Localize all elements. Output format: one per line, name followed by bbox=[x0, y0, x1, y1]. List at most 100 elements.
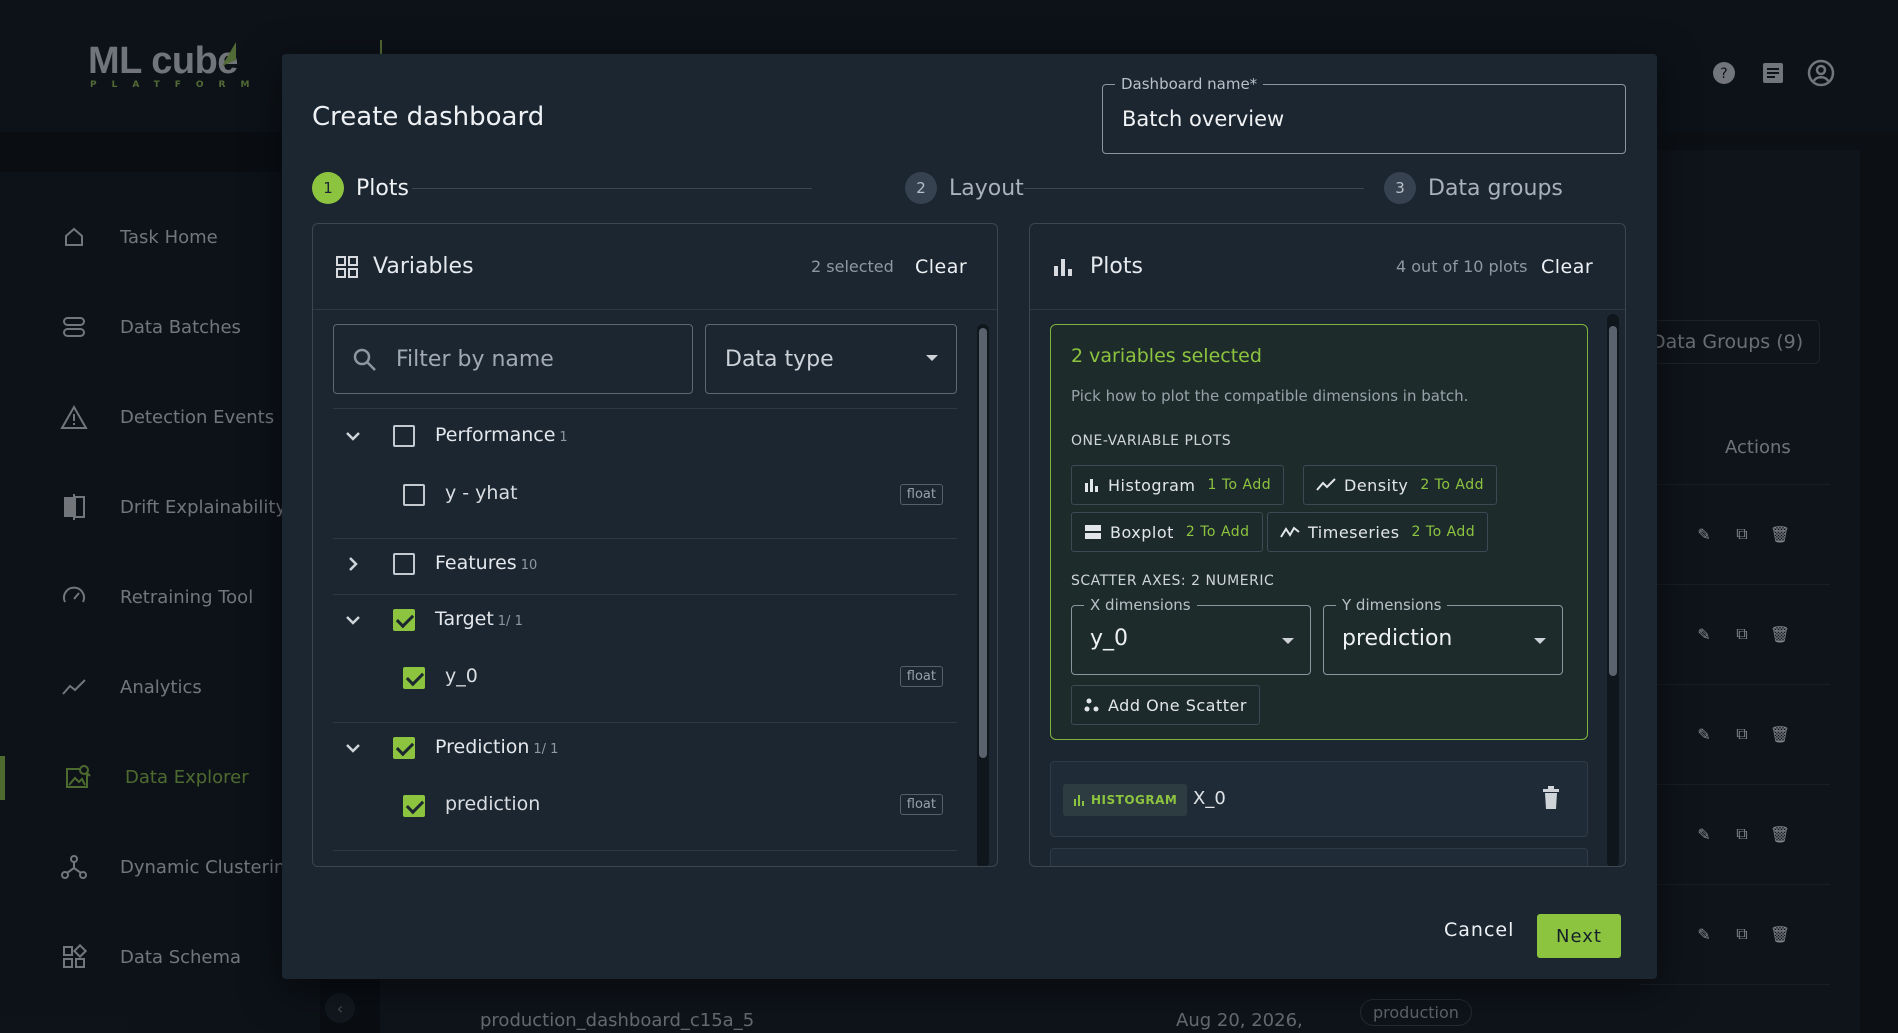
y-dimensions-select[interactable]: Y dimensions prediction bbox=[1323, 596, 1563, 675]
chevron-down-icon[interactable] bbox=[341, 736, 365, 760]
group-label: Performance 1 bbox=[435, 424, 568, 446]
cancel-button[interactable]: Cancel bbox=[1444, 919, 1514, 941]
variables-clear-button[interactable]: Clear bbox=[915, 256, 967, 278]
plots-clear-button[interactable]: Clear bbox=[1541, 256, 1593, 278]
scatter-axes-caption: SCATTER AXES: 2 NUMERIC bbox=[1071, 573, 1275, 589]
line-chart-icon bbox=[1316, 478, 1336, 491]
dashboard-name-value[interactable]: Batch overview bbox=[1122, 107, 1284, 131]
plots-scrollbar[interactable] bbox=[1607, 314, 1619, 866]
chip-add-count: 2 To Add bbox=[1420, 477, 1484, 493]
chip-label: Boxplot bbox=[1110, 522, 1174, 542]
group-name: Prediction bbox=[435, 736, 530, 758]
selection-summary: 2 variables selected Pick how to plot th… bbox=[1050, 324, 1588, 740]
plots-panel: Plots 4 out of 10 plots Clear 2 variable… bbox=[1029, 223, 1626, 867]
plot-variable-name: X_0 bbox=[1193, 788, 1226, 809]
search-icon bbox=[353, 348, 376, 371]
variable-checkbox[interactable] bbox=[403, 795, 425, 817]
divider bbox=[333, 850, 957, 851]
add-boxplot-button[interactable]: Boxplot 2 To Add bbox=[1071, 512, 1263, 552]
variable-checkbox[interactable] bbox=[403, 667, 425, 689]
add-histogram-button[interactable]: Histogram 1 To Add bbox=[1071, 465, 1285, 505]
chip-add-count: 2 To Add bbox=[1411, 524, 1476, 540]
group-name: Features bbox=[435, 552, 517, 574]
plot-type-badge: HISTOGRAM bbox=[1063, 784, 1188, 816]
step-label: Data groups bbox=[1428, 175, 1563, 201]
step-label: Layout bbox=[949, 175, 1024, 201]
dialog-title: Create dashboard bbox=[312, 102, 545, 132]
variables-selected-count: 2 selected bbox=[811, 257, 894, 276]
group-label: Target 1/ 1 bbox=[435, 608, 523, 630]
variable-checkbox[interactable] bbox=[403, 484, 425, 506]
step-connector bbox=[412, 188, 812, 189]
y-dimensions-label: Y dimensions bbox=[1336, 596, 1448, 614]
step-number: 3 bbox=[1384, 172, 1416, 204]
plots-count: 4 out of 10 plots bbox=[1396, 257, 1528, 276]
dashboard-name-label: Dashboard name* bbox=[1115, 75, 1264, 93]
create-dashboard-dialog: Create dashboard Dashboard name* Batch o… bbox=[282, 54, 1657, 979]
step-label: Plots bbox=[356, 175, 409, 201]
selection-heading: 2 variables selected bbox=[1071, 345, 1262, 367]
dashboard-name-field[interactable]: Dashboard name* Batch overview bbox=[1102, 75, 1626, 154]
x-dimensions-select[interactable]: X dimensions y_0 bbox=[1071, 596, 1311, 675]
group-label: Prediction 1/ 1 bbox=[435, 736, 558, 758]
plot-list-item bbox=[1050, 848, 1588, 866]
bar-chart-icon bbox=[1074, 795, 1084, 806]
y-dimensions-value: prediction bbox=[1342, 626, 1453, 651]
divider bbox=[333, 594, 957, 595]
step-layout[interactable]: 2 Layout bbox=[905, 172, 1024, 204]
group-count: 1/ 1 bbox=[497, 614, 523, 629]
scrollbar-thumb[interactable] bbox=[1609, 326, 1617, 676]
type-badge: float bbox=[899, 794, 943, 815]
grid-icon bbox=[336, 255, 358, 278]
filter-by-name-input[interactable]: Filter by name bbox=[333, 324, 693, 394]
chip-add-count: 2 To Add bbox=[1185, 524, 1250, 540]
chip-add-count: 1 To Add bbox=[1207, 477, 1272, 493]
group-name: Performance bbox=[435, 424, 556, 446]
add-density-button[interactable]: Density 2 To Add bbox=[1303, 465, 1497, 505]
scrollbar-thumb[interactable] bbox=[979, 328, 987, 758]
divider bbox=[333, 538, 957, 539]
delete-icon[interactable] bbox=[1541, 786, 1561, 814]
plot-list-item: HISTOGRAM X_0 bbox=[1050, 761, 1588, 837]
group-checkbox[interactable] bbox=[393, 737, 415, 759]
variable-name: prediction bbox=[445, 793, 541, 815]
group-count: 1/ 1 bbox=[533, 742, 559, 757]
plots-title: Plots bbox=[1090, 254, 1143, 279]
variables-scrollbar[interactable] bbox=[977, 324, 989, 866]
x-dimensions-label: X dimensions bbox=[1084, 596, 1197, 614]
chevron-down-icon[interactable] bbox=[341, 608, 365, 632]
group-label: Features 10 bbox=[435, 552, 537, 574]
step-number: 1 bbox=[312, 172, 344, 204]
add-scatter-button[interactable]: Add One Scatter bbox=[1071, 685, 1260, 725]
chip-label: Density bbox=[1344, 475, 1409, 495]
type-badge: float bbox=[899, 484, 943, 505]
type-badge: float bbox=[899, 666, 943, 687]
next-button[interactable]: Next bbox=[1537, 914, 1621, 958]
chip-label: Timeseries bbox=[1308, 522, 1400, 542]
data-type-select[interactable]: Data type bbox=[705, 324, 957, 394]
divider bbox=[333, 408, 957, 409]
bar-chart-icon bbox=[1054, 258, 1072, 276]
step-number: 2 bbox=[905, 172, 937, 204]
group-checkbox[interactable] bbox=[393, 553, 415, 575]
chevron-right-icon[interactable] bbox=[341, 552, 365, 576]
group-name: Target bbox=[435, 608, 494, 630]
step-data-groups[interactable]: 3 Data groups bbox=[1384, 172, 1563, 204]
chevron-down-icon[interactable] bbox=[341, 424, 365, 448]
divider bbox=[333, 722, 957, 723]
caret-down-icon bbox=[1534, 638, 1546, 644]
plot-type-label: HISTOGRAM bbox=[1091, 793, 1178, 807]
group-count: 1 bbox=[559, 430, 568, 445]
caret-down-icon bbox=[926, 355, 938, 361]
group-checkbox[interactable] bbox=[393, 425, 415, 447]
group-checkbox[interactable] bbox=[393, 609, 415, 631]
step-plots[interactable]: 1 Plots bbox=[312, 172, 409, 204]
variable-name: y_0 bbox=[445, 665, 478, 687]
variables-panel-header: Variables 2 selected Clear bbox=[313, 224, 997, 310]
caret-down-icon bbox=[1282, 638, 1294, 644]
scatter-icon bbox=[1084, 698, 1099, 712]
add-timeseries-button[interactable]: Timeseries 2 To Add bbox=[1267, 512, 1489, 552]
boxplot-icon bbox=[1085, 525, 1101, 539]
plots-panel-header: Plots 4 out of 10 plots Clear bbox=[1030, 224, 1625, 310]
group-count: 10 bbox=[520, 558, 538, 573]
